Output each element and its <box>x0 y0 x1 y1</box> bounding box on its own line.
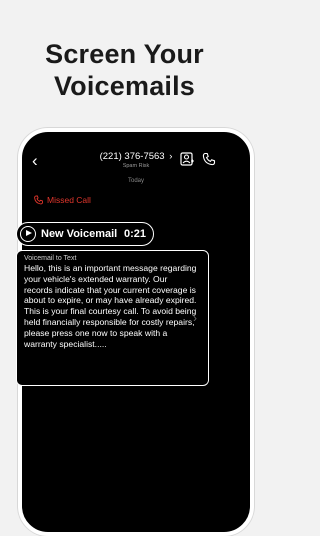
phone-icon[interactable] <box>202 152 216 166</box>
caller-number-text: (221) 376-7563 <box>99 151 165 162</box>
chevron-right-icon: › <box>193 311 197 325</box>
transcript-label: Voicemail to Text <box>24 255 77 262</box>
voicemail-player[interactable]: New Voicemail 0:21 <box>16 222 154 246</box>
headline: Screen Your Voicemails <box>0 38 249 102</box>
voicemail-duration: 0:21 <box>123 227 146 240</box>
date-separator: Today <box>127 178 144 184</box>
missed-call-row: Missed Call <box>34 195 91 205</box>
contact-card-icon[interactable] <box>180 152 194 166</box>
missed-call-label: Missed Call <box>47 195 91 205</box>
missed-call-icon <box>34 195 43 205</box>
voicemail-label: New Voicemail <box>41 227 118 240</box>
conversation-header: ‹ (221) 376-7563 › Spam Risk <box>22 132 250 180</box>
chevron-right-icon: › <box>169 151 173 162</box>
headline-line-2: Voicemails <box>53 71 196 101</box>
transcript-text: Hello, this is an important message rega… <box>24 263 197 349</box>
play-icon[interactable] <box>20 225 36 242</box>
voicemail-transcript[interactable]: Voicemail to Text Hello, this is an impo… <box>16 250 209 386</box>
headline-line-1: Screen Your <box>45 39 204 69</box>
